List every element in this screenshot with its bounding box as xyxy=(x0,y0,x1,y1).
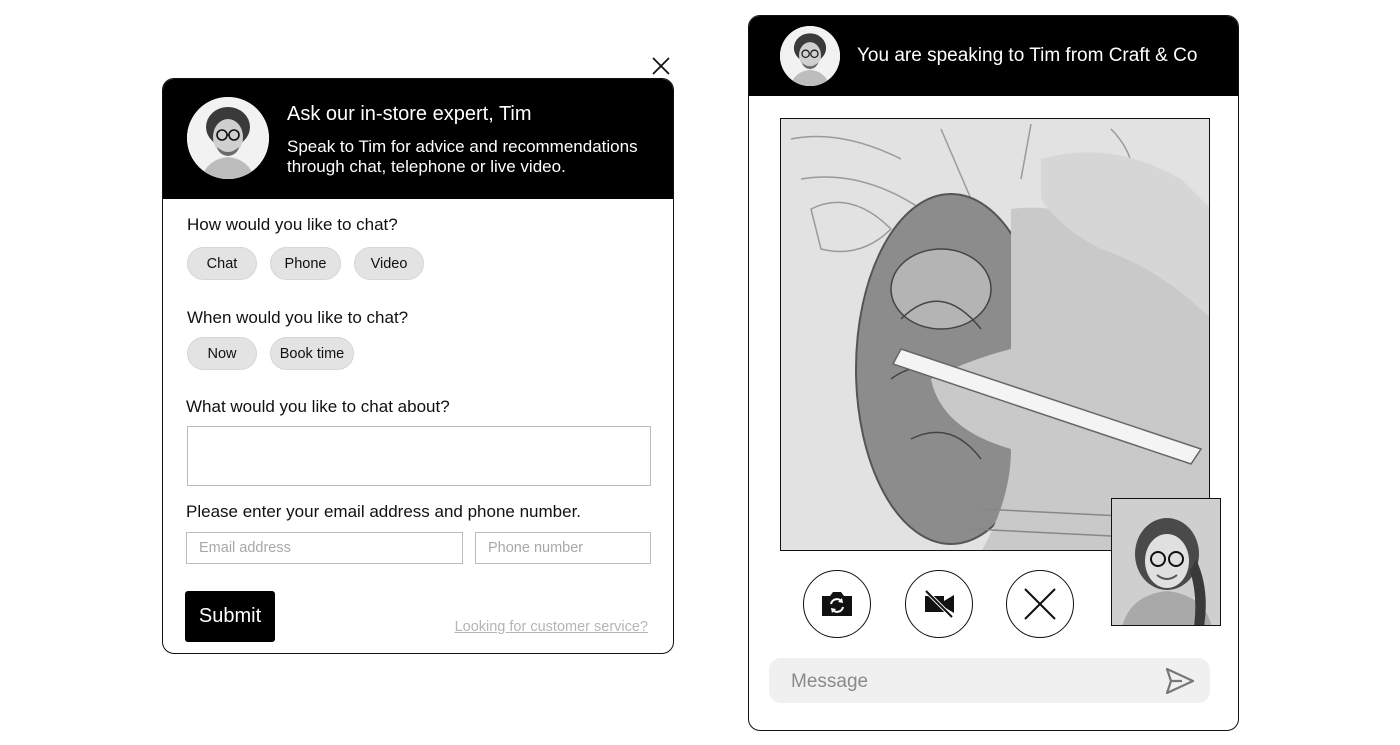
end-call-icon xyxy=(1024,588,1056,620)
chat-type-question: How would you like to chat? xyxy=(187,215,398,234)
contact-question: Please enter your email address and phon… xyxy=(186,502,582,521)
chat-option-video[interactable]: Video xyxy=(354,247,424,280)
expert-chat-form: Ask our in-store expert, Tim Speak to Ti… xyxy=(162,78,674,654)
expert-portrait-icon xyxy=(187,97,269,179)
end-call-button[interactable] xyxy=(1006,570,1074,638)
form-header: Ask our in-store expert, Tim Speak to Ti… xyxy=(163,79,673,199)
topic-question: What would you like to chat about? xyxy=(186,397,450,416)
message-input[interactable] xyxy=(789,658,1153,705)
form-subtitle-line-1: Speak to Tim for advice and recommendati… xyxy=(287,137,638,156)
chat-option-chat[interactable]: Chat xyxy=(187,247,257,280)
chat-option-phone[interactable]: Phone xyxy=(270,247,341,280)
expert-portrait-icon xyxy=(780,26,840,86)
form-subtitle-line-2: through chat, telephone or live video. xyxy=(287,157,566,176)
drawing-video-image xyxy=(781,119,1209,550)
chat-time-question: When would you like to chat? xyxy=(187,308,409,327)
phone-field[interactable] xyxy=(475,532,651,564)
message-bar xyxy=(769,658,1210,705)
caller-portrait-icon xyxy=(1112,499,1220,625)
customer-service-link[interactable]: Looking for customer service? xyxy=(455,619,648,635)
form-subtitle: Speak to Tim for advice and recommendati… xyxy=(287,137,657,177)
expert-avatar xyxy=(187,97,269,179)
video-header: You are speaking to Tim from Craft & Co xyxy=(749,16,1238,96)
toggle-video-button[interactable] xyxy=(905,570,973,638)
video-off-icon xyxy=(924,589,954,619)
video-call-panel: You are speaking to Tim from Craft & Co xyxy=(748,15,1239,731)
camera-switch-icon xyxy=(822,592,852,616)
submit-button[interactable]: Submit xyxy=(185,591,275,642)
close-icon[interactable] xyxy=(650,55,672,77)
email-field[interactable] xyxy=(186,532,463,564)
remote-video-feed xyxy=(780,118,1210,551)
video-header-title: You are speaking to Tim from Craft & Co xyxy=(857,45,1198,66)
send-icon[interactable] xyxy=(1166,668,1194,694)
expert-avatar-small xyxy=(780,26,840,86)
time-option-book-time[interactable]: Book time xyxy=(270,337,354,370)
time-option-now[interactable]: Now xyxy=(187,337,257,370)
self-view-video[interactable] xyxy=(1111,498,1221,626)
switch-camera-button[interactable] xyxy=(803,570,871,638)
topic-textarea[interactable] xyxy=(187,426,651,486)
form-title: Ask our in-store expert, Tim xyxy=(287,103,532,125)
